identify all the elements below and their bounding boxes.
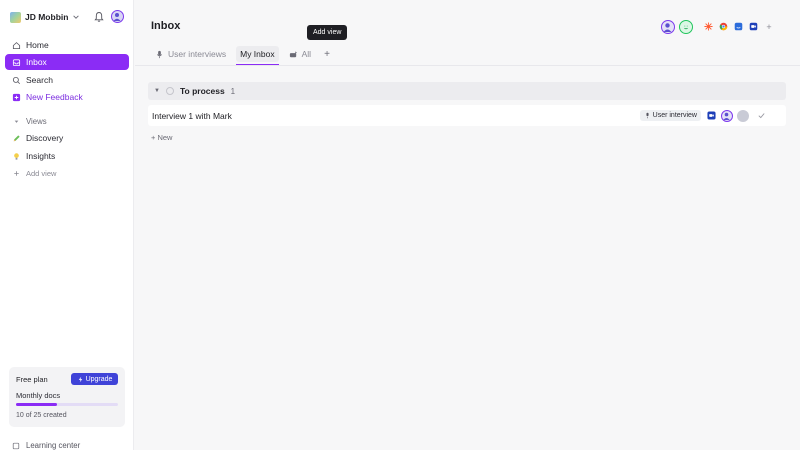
plan-progress-bar <box>16 403 118 406</box>
add-view-tooltip: Add view <box>307 25 348 40</box>
tab-all[interactable]: All <box>285 46 315 62</box>
workspace-name: JD Mobbin <box>25 12 69 22</box>
table-row[interactable]: Interview 1 with Mark User interview <box>148 105 786 126</box>
sidebar-item-label: Insights <box>26 151 56 161</box>
status-circle-icon <box>165 87 174 95</box>
tab-user-interviews[interactable]: User interviews <box>151 46 230 62</box>
tab-label: All <box>301 49 312 59</box>
pencil-icon <box>13 134 20 141</box>
sidebar-item-label: Discovery <box>26 133 64 143</box>
sidebar-item-home[interactable]: Home <box>5 37 129 53</box>
tab-label: User interviews <box>168 49 227 59</box>
plan-card: Free plan Upgrade Monthly docs 10 of 25 … <box>9 367 125 427</box>
add-view-button[interactable]: Add view <box>5 165 129 181</box>
add-tab-button[interactable]: + <box>321 48 333 60</box>
sidebar-item-label: New Feedback <box>26 92 83 102</box>
chrome-icon[interactable] <box>718 22 728 32</box>
search-icon <box>12 76 21 84</box>
doc-tag[interactable]: User interview <box>639 110 701 121</box>
tab-my-inbox[interactable]: My Inbox <box>236 46 279 66</box>
tab-label: My Inbox <box>240 49 275 59</box>
sidebar-item-search[interactable]: Search <box>5 72 129 88</box>
bell-icon[interactable] <box>94 11 104 23</box>
doc-tag-label: User interview <box>652 112 697 119</box>
group-header-to-process[interactable]: ▼ To process 1 <box>148 82 786 100</box>
plan-progress-fill <box>16 403 57 406</box>
sidebar-item-insights[interactable]: Insights <box>5 148 129 164</box>
sidebar-item-label: Search <box>26 75 53 85</box>
zoom-icon <box>707 111 716 120</box>
contact-avatar[interactable] <box>737 109 749 122</box>
caret-down-icon: ▼ <box>154 88 160 94</box>
zoom-icon[interactable] <box>748 22 758 32</box>
mailbox-icon <box>289 50 297 57</box>
workspace-switcher[interactable]: JD Mobbin <box>10 9 126 25</box>
sidebar-item-discovery[interactable]: Discovery <box>5 130 129 146</box>
views-section-label: Views <box>26 116 47 126</box>
microphone-icon <box>156 50 163 58</box>
sidebar-item-inbox[interactable]: Inbox <box>5 54 129 70</box>
sidebar-item-new-feedback[interactable]: New Feedback <box>5 89 129 105</box>
caret-down-icon <box>14 120 19 123</box>
new-doc-button[interactable]: + New <box>151 133 172 142</box>
microphone-icon <box>646 112 649 119</box>
sidebar: JD Mobbin Home Inbox Search New Feedback… <box>0 0 134 450</box>
inbox-icon <box>12 58 21 66</box>
sidebar-item-label: Inbox <box>26 57 47 67</box>
collaborator-avatar[interactable] <box>661 19 675 34</box>
plan-count: 10 of 25 created <box>16 412 67 419</box>
chevron-down-icon <box>73 15 80 19</box>
plan-title: Free plan <box>16 375 48 384</box>
doc-title: Interview 1 with Mark <box>152 110 232 121</box>
assignee-avatar[interactable] <box>721 109 733 122</box>
check-icon[interactable] <box>757 111 766 120</box>
add-integration-button[interactable]: + <box>763 21 775 33</box>
add-view-label: Add view <box>26 168 57 178</box>
header-divider <box>135 65 800 66</box>
intercom-icon[interactable] <box>733 22 743 32</box>
hubspot-icon[interactable] <box>703 22 713 32</box>
sidebar-item-label: Home <box>26 40 49 50</box>
lightbulb-icon <box>14 152 19 160</box>
plus-icon <box>14 170 19 176</box>
main-panel: Inbox Add view User interviews My Inbox … <box>135 0 800 450</box>
learning-center-link[interactable]: Learning center <box>12 441 80 450</box>
collaborator-avatar-green[interactable] <box>679 19 693 34</box>
views-section-toggle[interactable]: Views <box>5 113 129 129</box>
group-count: 1 <box>230 86 236 96</box>
user-avatar[interactable] <box>111 10 124 23</box>
home-icon <box>12 41 21 49</box>
lightning-icon <box>78 376 82 382</box>
group-title: To process <box>179 86 225 96</box>
plus-square-icon <box>12 93 21 101</box>
book-icon <box>12 442 20 449</box>
upgrade-label: Upgrade <box>85 375 113 383</box>
row-meta: User interview <box>639 109 766 122</box>
plan-subtitle: Monthly docs <box>16 391 61 400</box>
header-actions: + <box>661 19 775 34</box>
upgrade-button[interactable]: Upgrade <box>71 373 118 385</box>
view-tabs: User interviews My Inbox All + <box>151 43 333 66</box>
learning-center-label: Learning center <box>26 441 81 450</box>
workspace-logo <box>10 11 21 23</box>
page-title: Inbox <box>151 20 181 32</box>
